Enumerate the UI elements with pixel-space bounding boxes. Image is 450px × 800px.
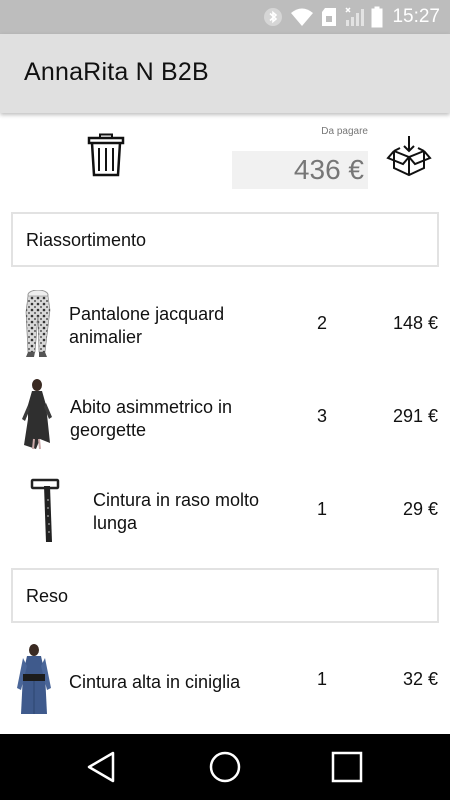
list-item[interactable]: Cintura alta in ciniglia 1 32 € [0, 634, 450, 724]
section-title: Riassortimento [26, 230, 147, 250]
item-price: 32 € [402, 669, 438, 689]
home-button[interactable] [207, 749, 243, 785]
item-name: Abito asimmetrico in georgette [70, 397, 233, 440]
trash-icon [87, 133, 125, 177]
section-title: Reso [26, 586, 69, 606]
wifi-icon [291, 8, 314, 26]
section-header-return[interactable]: Reso [11, 568, 439, 623]
signal-icon [345, 7, 365, 26]
black-belt-image [30, 478, 60, 542]
item-name: Pantalone jacquard animalier [69, 304, 225, 347]
item-name: Cintura in raso molto lunga [93, 490, 260, 533]
list-item[interactable]: Abito asimmetrico in georgette 3 291 € [0, 371, 450, 461]
amount-due-value: 436 € [293, 154, 364, 185]
delete-button[interactable] [86, 133, 126, 177]
item-quantity: 1 [316, 669, 327, 689]
item-name: Cintura alta in ciniglia [69, 672, 241, 692]
back-button[interactable] [84, 749, 120, 785]
black-dress-image [22, 379, 52, 450]
app-title: AnnaRita N B2B [24, 58, 209, 86]
download-order-button[interactable] [386, 135, 432, 177]
section-header-restock[interactable]: Riassortimento [11, 212, 439, 267]
home-icon [209, 751, 241, 783]
status-bar: 15:27 [0, 0, 450, 34]
amount-due-label: Da pagare [321, 126, 368, 137]
battery-icon [371, 6, 383, 28]
system-nav-bar [0, 734, 450, 800]
status-icons: 15:27 [263, 0, 440, 34]
list-item[interactable]: Pantalone jacquard animalier 2 148 € [0, 278, 450, 368]
item-quantity: 2 [316, 313, 327, 333]
back-icon [87, 751, 115, 783]
item-price: 29 € [402, 499, 438, 519]
recents-icon [331, 751, 363, 783]
amount-due-field: 436 € [232, 151, 368, 189]
status-time: 15:27 [392, 6, 440, 27]
bluetooth-icon [264, 8, 283, 26]
item-quantity: 1 [316, 499, 327, 519]
download-box-icon [386, 136, 432, 177]
item-price: 148 € [392, 313, 438, 333]
sd-card-icon [322, 8, 337, 26]
blue-outfit-image [17, 644, 51, 714]
item-quantity: 3 [316, 406, 327, 426]
item-price: 291 € [392, 406, 438, 426]
list-item[interactable]: Cintura in raso molto lunga 1 29 € [0, 464, 450, 554]
app-bar: AnnaRita N B2B [0, 34, 450, 113]
recents-button[interactable] [329, 749, 365, 785]
patterned-trousers-image [25, 290, 51, 357]
